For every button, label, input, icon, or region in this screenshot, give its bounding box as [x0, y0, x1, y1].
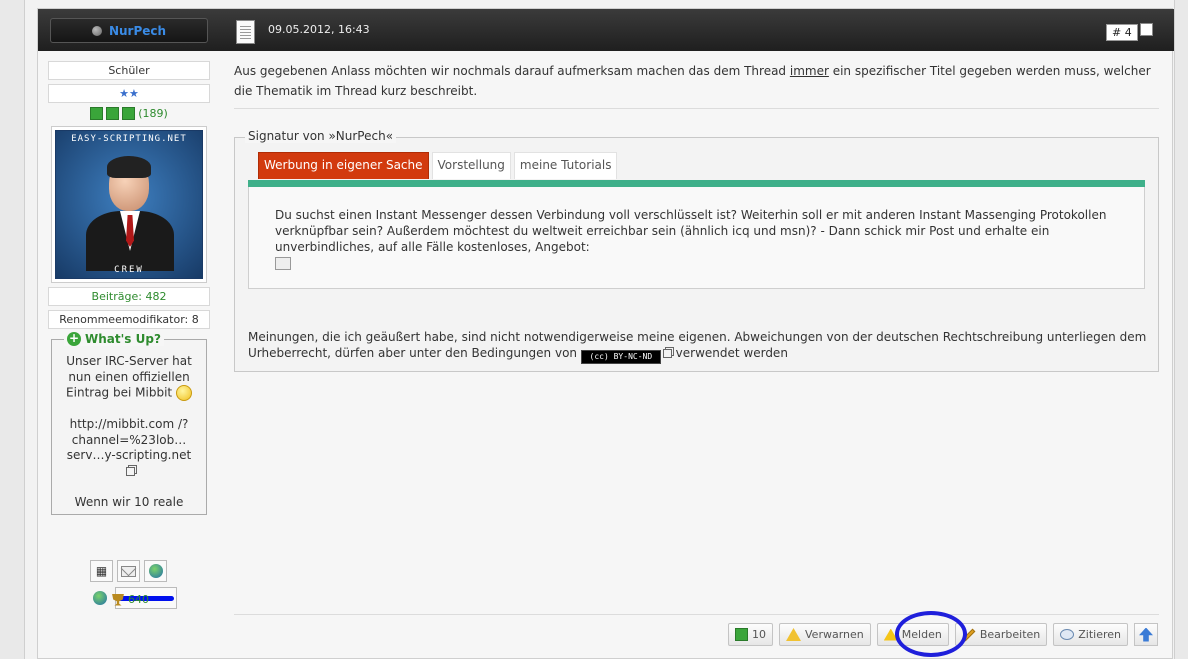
trophy-icon [112, 593, 124, 606]
signature-box: Signatur von »NurPech« Werbung in eigene… [234, 129, 1159, 372]
tab-panel: Du suchst einen Instant Messenger dessen… [248, 187, 1145, 289]
actions-separator [234, 614, 1159, 615]
like-count: 10 [752, 628, 767, 641]
reputation-icon [122, 106, 136, 120]
username-box[interactable]: NurPech [50, 18, 208, 43]
whats-up-title: + What's Up? [64, 332, 164, 346]
edit-button[interactable]: Bearbeiten [954, 623, 1048, 646]
message-underlined: immer [789, 64, 829, 78]
contact-row-1: ▦ [90, 560, 167, 582]
warn-button[interactable]: Verwarnen [779, 623, 871, 646]
message-text: Aus gegebenen Anlass möchten wir nochmal… [234, 64, 790, 78]
whats-up-link-text[interactable]: http://mibbit.com /?channel=%23lob… serv… [67, 417, 191, 462]
avatar-bottom-text: CREW [114, 265, 144, 275]
tab-tutorials[interactable]: meine Tutorials [513, 152, 618, 179]
globe-icon[interactable] [144, 560, 167, 582]
reputation-row: (189) [48, 106, 210, 120]
homepage-icon[interactable]: ▦ [90, 560, 113, 582]
plus-icon: + [67, 331, 81, 346]
user-sidebar: Schüler ★ ★ (189) EASY-SCRIPTING.NET CRE… [48, 61, 210, 515]
report-button[interactable]: Melden [876, 623, 949, 646]
avatar-hair [107, 156, 151, 178]
message-separator [234, 108, 1159, 109]
external-link-icon [662, 349, 672, 358]
post-header: NurPech 09.05.2012, 16:43 # 4 [38, 9, 1174, 51]
whats-up-box: + What's Up? Unser IRC-Server hat nun ei… [51, 332, 207, 515]
star-icon: ★ [119, 87, 129, 100]
star-icon: ★ [129, 87, 139, 100]
offline-status-icon [91, 25, 102, 36]
like-button[interactable]: 10 [728, 623, 774, 646]
username[interactable]: NurPech [109, 24, 166, 38]
whats-up-body: Unser IRC-Server hat nun einen offiziell… [52, 354, 206, 509]
smiley-icon [175, 385, 192, 401]
scroll-top-button[interactable] [1134, 623, 1158, 646]
tab-werbung[interactable]: Werbung in eigener Sache [258, 152, 429, 179]
mail-icon[interactable] [275, 257, 291, 270]
rank-stars: ★ ★ [48, 84, 210, 103]
quote-icon [1060, 629, 1075, 640]
avatar[interactable]: EASY-SCRIPTING.NET CREW [55, 130, 203, 279]
tab-panel-text: Du suchst einen Instant Messenger dessen… [275, 208, 1107, 254]
warning-icon [883, 628, 898, 641]
cc-license-badge[interactable]: (cc) BY-NC-ND [580, 350, 661, 364]
page-frame: NurPech 09.05.2012, 16:43 # 4 Schüler ★ ★… [24, 0, 1175, 659]
post-document-icon [236, 20, 255, 44]
like-icon [735, 628, 749, 641]
reputation-icon [90, 106, 104, 120]
tab-bar [248, 180, 1145, 187]
user-rank: Schüler [48, 61, 210, 80]
reputation-modifier: Renommeemodifikator: 8 [48, 310, 210, 329]
arrow-up-icon [1139, 627, 1153, 642]
post-content: Aus gegebenen Anlass möchten wir nochmal… [234, 61, 1159, 109]
trophy-points: 640 [112, 593, 149, 606]
whats-up-link[interactable]: http://mibbit.com /?channel=%23lob… serv… [52, 417, 206, 479]
post-count[interactable]: Beiträge: 482 [48, 287, 210, 306]
signature-legend: Signatur von »NurPech« [245, 129, 397, 143]
avatar-frame[interactable]: EASY-SCRIPTING.NET CREW [51, 126, 207, 283]
trophy-points-value: 640 [128, 593, 149, 606]
mail-icon[interactable] [117, 560, 140, 582]
post-select-checkbox[interactable] [1140, 23, 1153, 36]
whats-up-label: What's Up? [85, 332, 161, 346]
whats-up-line3: Wenn wir 10 reale [74, 495, 184, 509]
post-actions: 10 Verwarnen Melden Bearbeiten Zitieren [728, 623, 1158, 646]
whats-up-text: Unser IRC-Server hat nun einen offiziell… [52, 354, 206, 401]
post-date: 09.05.2012, 16:43 [268, 23, 370, 36]
edit-label: Bearbeiten [979, 628, 1041, 641]
footnote-text-end: verwendet werden [671, 346, 788, 360]
post: NurPech 09.05.2012, 16:43 # 4 Schüler ★ ★… [37, 8, 1174, 659]
post-number[interactable]: # 4 [1106, 24, 1138, 41]
signature-footnote: Meinungen, die ich geäußert habe, sind n… [248, 329, 1148, 364]
external-link-icon [125, 466, 135, 476]
whats-up-line1: Unser IRC-Server hat nun einen offiziell… [66, 354, 192, 400]
quote-button[interactable]: Zitieren [1053, 623, 1128, 646]
quote-label: Zitieren [1078, 628, 1121, 641]
pencil-icon [962, 628, 976, 641]
avatar-top-text: EASY-SCRIPTING.NET [71, 134, 187, 144]
warn-label: Verwarnen [805, 628, 864, 641]
post-message: Aus gegebenen Anlass möchten wir nochmal… [234, 61, 1159, 101]
report-label: Melden [901, 628, 942, 641]
reputation-icon [106, 106, 120, 120]
signature-tabs: Werbung in eigener Sache Vorstellung mei… [258, 152, 618, 179]
tab-vorstellung[interactable]: Vorstellung [431, 152, 511, 179]
reputation-count: (189) [138, 106, 168, 120]
globe-icon[interactable] [88, 587, 111, 609]
warn-icon [786, 628, 802, 641]
